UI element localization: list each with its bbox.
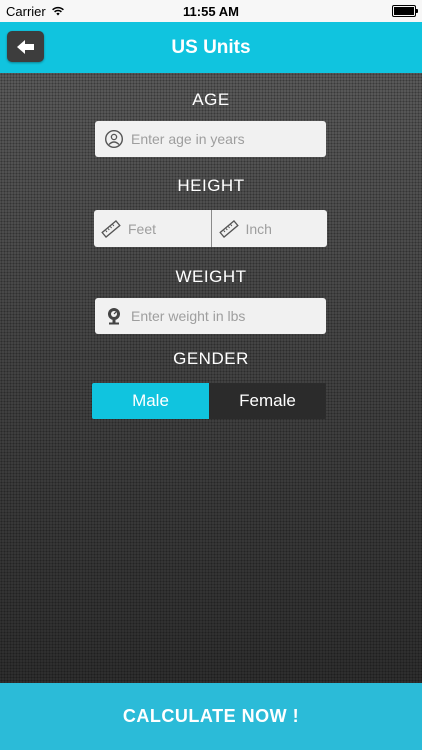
age-placeholder: Enter age in years: [131, 131, 245, 147]
status-bar: Carrier 11:55 AM: [0, 0, 422, 22]
page-title: US Units: [171, 36, 251, 58]
calculate-label: CALCULATE NOW !: [122, 706, 300, 726]
inch-placeholder: Inch: [245, 220, 272, 237]
height-label: HEIGHT: [177, 176, 245, 195]
gender-label: GENDER: [173, 349, 249, 368]
arrow-left-icon: [16, 39, 34, 54]
battery-icon: [392, 5, 418, 17]
form-area: AGE Enter age in years HEIGHT Feet Inch …: [0, 73, 422, 683]
age-input[interactable]: Enter age in years: [95, 121, 326, 157]
feet-placeholder: Feet: [128, 220, 157, 237]
weight-label: WEIGHT: [175, 267, 247, 286]
calculate-button[interactable]: CALCULATE NOW !: [0, 683, 422, 750]
gender-segmented-control: Male Female: [92, 383, 326, 419]
weight-input[interactable]: Enter weight in lbs: [95, 298, 326, 334]
age-label: AGE: [192, 90, 230, 109]
height-input-group: Feet Inch: [94, 210, 327, 247]
gender-female-option[interactable]: Female: [209, 383, 326, 419]
weight-placeholder: Enter weight in lbs: [131, 308, 246, 324]
status-time: 11:55 AM: [183, 3, 239, 19]
person-icon: [103, 128, 125, 150]
inch-input[interactable]: Inch: [210, 210, 328, 247]
feet-input[interactable]: Feet: [94, 210, 211, 247]
gender-male-option[interactable]: Male: [92, 383, 209, 419]
scale-icon: [103, 305, 125, 327]
ruler-icon: [218, 218, 240, 240]
nav-bar: US Units: [0, 22, 422, 73]
ruler-icon: [100, 218, 122, 240]
back-button[interactable]: [7, 31, 44, 62]
